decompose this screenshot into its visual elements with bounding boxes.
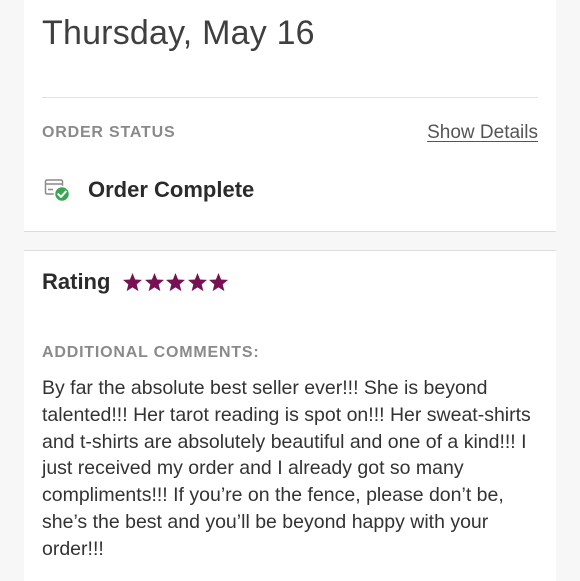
star-icon bbox=[209, 272, 229, 291]
star-icon bbox=[166, 272, 186, 291]
order-status-card: Thursday, May 16 ORDER STATUS Show Detai… bbox=[24, 0, 556, 232]
show-details-link[interactable]: Show Details bbox=[427, 122, 538, 144]
comment-text: By far the absolute best seller ever!!! … bbox=[42, 377, 531, 560]
order-date: Thursday, May 16 bbox=[42, 14, 315, 52]
star-icon bbox=[144, 272, 164, 291]
star-icon bbox=[123, 272, 143, 291]
rating-row: Rating bbox=[42, 269, 230, 295]
star-icon bbox=[187, 272, 207, 291]
order-detail-page: Thursday, May 16 ORDER STATUS Show Detai… bbox=[0, 0, 580, 581]
package-check-icon bbox=[44, 179, 71, 203]
order-status-row: Order Complete bbox=[44, 176, 254, 204]
divider bbox=[42, 97, 538, 98]
order-status-label: ORDER STATUS bbox=[42, 124, 176, 141]
rating-stars bbox=[122, 272, 230, 293]
comments-label: ADDITIONAL COMMENTS: bbox=[42, 344, 260, 361]
rating-label: Rating bbox=[42, 269, 111, 294]
order-status-text: Order Complete bbox=[88, 177, 255, 202]
review-card: Rating ADDITIONAL COMMENTS: By far the a… bbox=[24, 250, 556, 581]
